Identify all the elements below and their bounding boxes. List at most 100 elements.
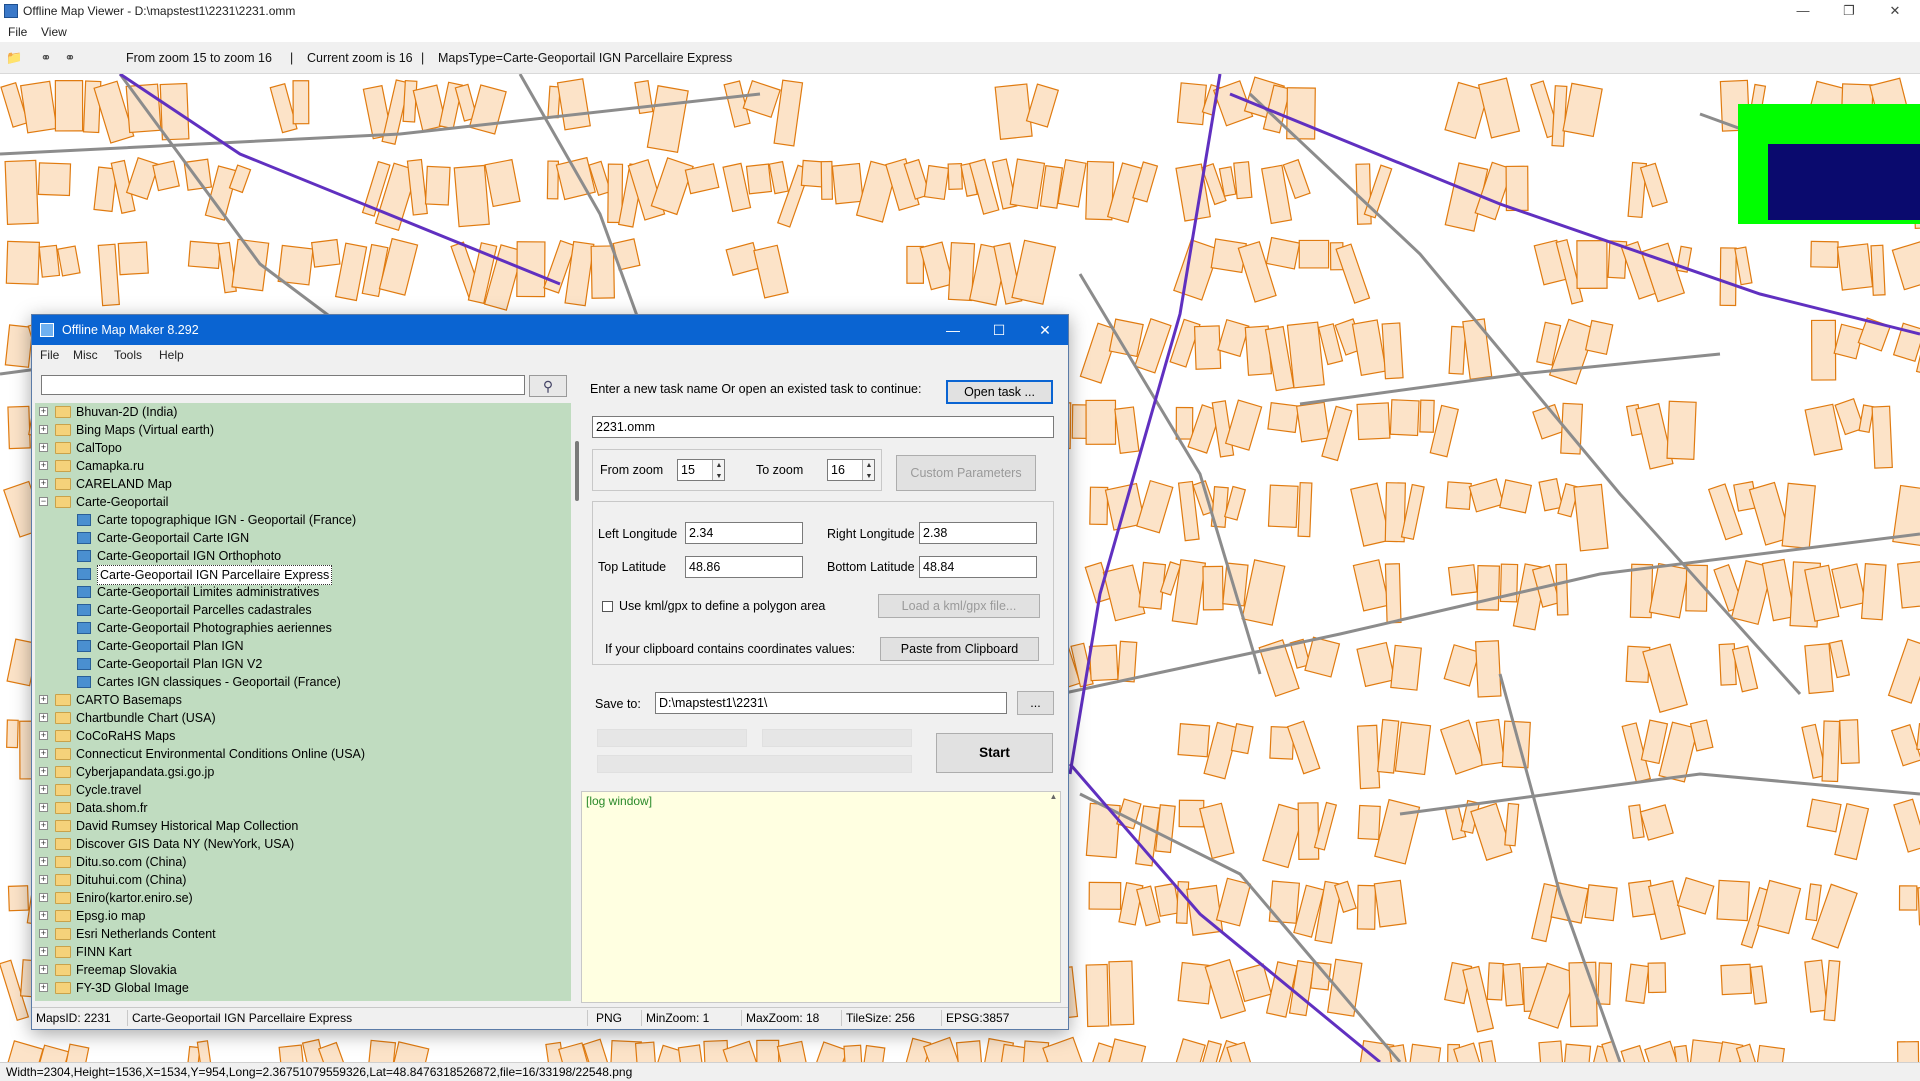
top-latitude-field[interactable]: 48.86 <box>685 556 803 578</box>
dialog-close-button[interactable]: ✕ <box>1022 315 1068 345</box>
expand-icon[interactable]: + <box>39 857 48 866</box>
map-icon <box>77 550 91 562</box>
tree-node-label: FY-3D Global Image <box>76 981 189 995</box>
restore-button[interactable]: ❐ <box>1826 0 1872 22</box>
expand-icon[interactable]: + <box>39 821 48 830</box>
parcel <box>1204 958 1247 1020</box>
dialog-minimize-button[interactable]: — <box>930 315 976 345</box>
custom-parameters-button[interactable]: Custom Parameters <box>896 455 1036 491</box>
parcel <box>1443 644 1481 687</box>
log-scrollbar[interactable]: ▲ <box>1047 792 1060 1002</box>
expand-icon[interactable]: + <box>39 443 48 452</box>
dialog-menu-misc[interactable]: Misc <box>73 348 98 362</box>
expand-icon[interactable]: + <box>39 461 48 470</box>
to-zoom-stepper[interactable]: 16 ▲ ▼ <box>827 459 875 481</box>
dialog-title: Offline Map Maker 8.292 <box>62 323 199 337</box>
from-zoom-stepper[interactable]: 15 ▲ ▼ <box>677 459 725 481</box>
top-latitude-label: Top Latitude <box>598 560 667 574</box>
minimize-button[interactable]: — <box>1780 0 1826 22</box>
parcel <box>1477 77 1521 139</box>
expand-icon[interactable]: + <box>39 695 48 704</box>
from-zoom-spin[interactable]: ▲ ▼ <box>712 460 724 480</box>
menu-view[interactable]: View <box>41 25 67 39</box>
task-name-field[interactable]: 2231.omm <box>592 416 1054 438</box>
parcel <box>923 164 950 201</box>
dialog-menu-tools[interactable]: Tools <box>114 348 142 362</box>
expand-icon[interactable]: + <box>39 875 48 884</box>
parcel <box>919 241 954 291</box>
expand-icon[interactable]: + <box>39 767 48 776</box>
tree-node-label: FINN Kart <box>76 945 132 959</box>
map-search-input[interactable] <box>41 375 525 395</box>
expand-icon[interactable]: + <box>39 839 48 848</box>
parcel <box>1335 243 1371 304</box>
parcel <box>1805 883 1822 922</box>
zoom-in-icon[interactable]: ⚭ <box>62 50 78 66</box>
parcel <box>1356 641 1396 688</box>
expand-icon[interactable]: + <box>39 407 48 416</box>
start-button[interactable]: Start <box>936 733 1053 773</box>
expand-icon[interactable]: + <box>39 785 48 794</box>
parcel <box>1057 159 1087 208</box>
parcel <box>1268 880 1301 924</box>
parcel <box>1688 1039 1726 1062</box>
right-longitude-field[interactable]: 2.38 <box>919 522 1037 544</box>
paste-clipboard-button[interactable]: Paste from Clipboard <box>880 637 1039 661</box>
tree-node-label: Carte topographique IGN - Geoportail (Fr… <box>97 513 357 527</box>
parcel <box>1407 1043 1442 1062</box>
expand-icon[interactable]: + <box>39 713 48 722</box>
tree-node-label: Dituhui.com (China) <box>76 873 187 887</box>
collapse-icon[interactable]: − <box>39 497 48 506</box>
load-kml-button[interactable]: Load a kml/gpx file... <box>878 594 1040 618</box>
overview-frame[interactable] <box>1738 104 1920 224</box>
bottom-latitude-field[interactable]: 48.84 <box>919 556 1037 578</box>
parcel <box>1647 880 1686 941</box>
open-task-button[interactable]: Open task ... <box>946 380 1053 404</box>
log-window[interactable]: [log window] ▲ <box>581 791 1061 1003</box>
expand-icon[interactable]: + <box>39 893 48 902</box>
tree-node-label: CARTO Basemaps <box>76 693 182 707</box>
parcel <box>1108 960 1135 1026</box>
parcel <box>1716 879 1750 922</box>
parcel <box>1501 720 1531 769</box>
parcel <box>1448 325 1467 375</box>
parcel <box>1429 404 1459 458</box>
parcel <box>1215 877 1252 927</box>
expand-icon[interactable]: + <box>39 803 48 812</box>
dialog-maximize-button[interactable]: ☐ <box>976 315 1022 345</box>
expand-icon[interactable]: + <box>39 731 48 740</box>
search-button[interactable]: ⚲ <box>529 375 567 397</box>
dialog-menu-help[interactable]: Help <box>159 348 184 362</box>
to-zoom-value: 16 <box>831 463 845 477</box>
dialog-titlebar: Offline Map Maker 8.292 — ☐ ✕ <box>32 315 1068 345</box>
expand-icon[interactable]: + <box>39 425 48 434</box>
expand-icon[interactable]: + <box>39 479 48 488</box>
expand-icon[interactable]: + <box>39 947 48 956</box>
browse-button[interactable]: ... <box>1017 691 1054 715</box>
expand-icon[interactable]: + <box>39 965 48 974</box>
menu-file[interactable]: File <box>8 25 27 39</box>
close-button[interactable]: ✕ <box>1872 0 1918 22</box>
parcel <box>1573 483 1609 552</box>
expand-icon[interactable]: + <box>39 929 48 938</box>
progress-bar-1 <box>597 729 747 747</box>
expand-icon[interactable]: + <box>39 911 48 920</box>
parcel <box>1193 325 1222 370</box>
tree-scroll-thumb[interactable] <box>575 441 579 501</box>
to-zoom-spin[interactable]: ▲ ▼ <box>862 460 874 480</box>
parcel <box>1474 640 1502 698</box>
kml-checkbox[interactable] <box>602 601 613 612</box>
open-folder-icon[interactable]: 📁 <box>6 50 22 66</box>
parcel <box>722 1040 760 1062</box>
overview-viewport[interactable] <box>1768 144 1920 220</box>
zoom-out-icon[interactable]: ⚭ <box>38 50 54 66</box>
left-longitude-field[interactable]: 2.34 <box>685 522 803 544</box>
expand-icon[interactable]: + <box>39 983 48 992</box>
expand-icon[interactable]: + <box>39 749 48 758</box>
parcel <box>1499 479 1533 514</box>
parcel <box>556 78 591 131</box>
map-source-tree[interactable]: + Bhuvan-2D (India) + Bing Maps (Virtual ea… <box>35 403 571 1001</box>
folder-icon <box>55 838 71 850</box>
save-path-field[interactable]: D:\mapstest1\2231\ <box>655 692 1007 714</box>
dialog-menu-file[interactable]: File <box>40 348 59 362</box>
